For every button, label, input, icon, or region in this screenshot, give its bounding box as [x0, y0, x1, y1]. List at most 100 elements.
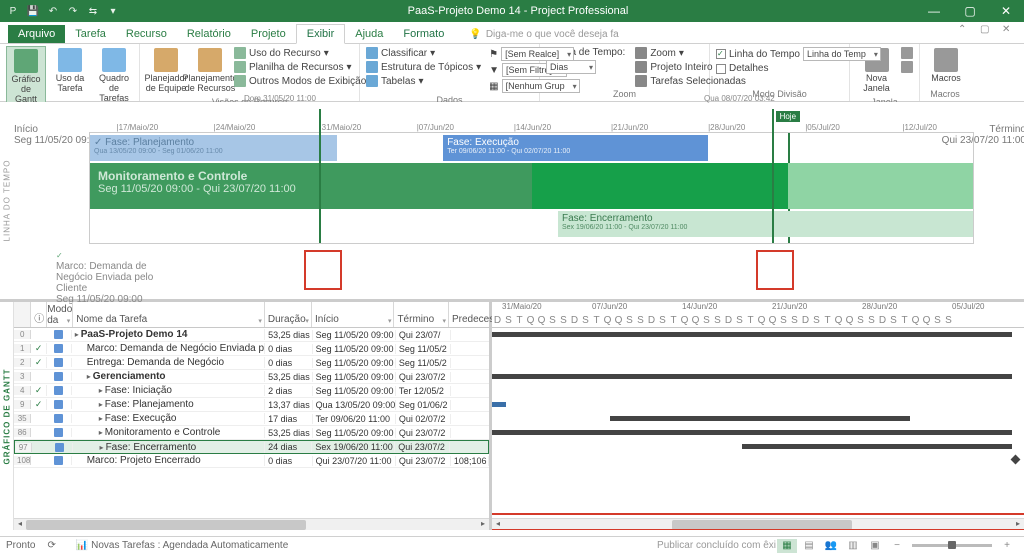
- status-ready: Pronto: [6, 540, 35, 551]
- macros-button[interactable]: Macros: [926, 46, 966, 86]
- timeline-side-label: LINHA DO TEMPO: [0, 102, 14, 299]
- col-end[interactable]: Término▾: [394, 302, 449, 327]
- zoom-in-icon[interactable]: +: [997, 539, 1017, 553]
- view-team-icon[interactable]: 👥: [821, 539, 841, 553]
- summary-bar[interactable]: [492, 374, 1012, 379]
- view-sheet-icon[interactable]: ▥: [843, 539, 863, 553]
- timeline-body: |17/Maio/20 |24/Maio/20 |31/Maio/20 |07/…: [89, 132, 974, 244]
- tab-projeto[interactable]: Projeto: [241, 25, 296, 43]
- bar-mc-seg2[interactable]: [532, 163, 788, 209]
- link-icon[interactable]: ⇆: [86, 4, 100, 18]
- tab-ajuda[interactable]: Ajuda: [345, 25, 393, 43]
- task-usage-button[interactable]: Uso da Tarefa: [50, 46, 90, 96]
- timeline-checkbox[interactable]: Linha do Tempo Linha do Temp: [716, 46, 881, 62]
- tab-relatorio[interactable]: Relatório: [177, 25, 241, 43]
- summary-bar[interactable]: [492, 332, 1012, 337]
- bar-encerramento[interactable]: Fase: EncerramentoSex 19/06/20 11:00 - Q…: [558, 211, 973, 237]
- maximize-button[interactable]: ▢: [952, 0, 988, 22]
- table-row[interactable]: 4✓▸Fase: Iniciação2 diasSeg 11/05/20 09:…: [14, 384, 489, 398]
- tab-tarefa[interactable]: Tarefa: [65, 25, 116, 43]
- milestone-diamond[interactable]: [1011, 455, 1021, 465]
- milestone-marker: Marco: Demanda deNegócio Enviada peloCli…: [56, 252, 153, 305]
- gantt-side-label: GRÁFICO DE GANTT: [0, 302, 14, 530]
- table-row[interactable]: 2✓Entrega: Demanda de Negócio0 diasSeg 1…: [14, 356, 489, 370]
- gantt-chart-button[interactable]: Gráfico de Gantt: [6, 46, 46, 108]
- task-grid[interactable]: ⓘ Modo da▾ Nome da Tarefa▾ Duração▾ Iníc…: [14, 302, 492, 530]
- zoom-start-date: Dom 31/05/20 11:00: [244, 94, 316, 103]
- resource-plan-icon: [198, 48, 222, 72]
- tables-icon: [366, 75, 378, 87]
- bar-planejamento[interactable]: ✓ Fase: PlanejamentoQua 13/05/20 09:00 -…: [90, 135, 337, 161]
- tab-recurso[interactable]: Recurso: [116, 25, 177, 43]
- new-tasks-mode[interactable]: 📊 Novas Tarefas : Agendada Automaticamen…: [76, 540, 288, 551]
- sync-icon[interactable]: ⟳: [47, 540, 55, 551]
- col-predecessors[interactable]: Predecessoras: [449, 302, 489, 327]
- tell-me-search[interactable]: 💡Diga-me o que você deseja fa: [469, 29, 618, 43]
- bar-monitoramento[interactable]: Monitoramento e ControleSeg 11/05/20 09:…: [90, 163, 532, 209]
- team-planner-button[interactable]: Planejador de Equipe: [146, 46, 186, 96]
- bar-execucao[interactable]: Fase: ExecuçãoTer 09/06/20 11:00 - Qui 0…: [443, 135, 708, 161]
- hide-icon[interactable]: [901, 61, 913, 73]
- close-pane-icon[interactable]: ✕: [1002, 24, 1018, 40]
- resource-sheet-button[interactable]: Planilha de Recursos ▾: [234, 60, 374, 74]
- tab-formato[interactable]: Formato: [393, 25, 454, 43]
- gantt-header: 31/Maio/20 07/Jun/20 14/Jun/20 21/Jun/20…: [492, 302, 1024, 328]
- redo-icon[interactable]: ↷: [66, 4, 80, 18]
- other-views-button[interactable]: Outros Modos de Exibição ▾: [234, 74, 374, 88]
- table-row[interactable]: 1✓Marco: Demanda de Negócio Enviada pelo…: [14, 342, 489, 356]
- zoom-end-date: Qua 08/07/20 03:42: [704, 94, 775, 103]
- zoom-icon: [635, 47, 647, 59]
- grid-hscroll[interactable]: ◂▸: [14, 518, 489, 530]
- table-row[interactable]: 9✓▸Fase: Planejamento13,37 diasQua 13/05…: [14, 398, 489, 412]
- table-row[interactable]: 97▸Fase: Encerramento24 diasSex 19/06/20…: [14, 440, 489, 454]
- close-button[interactable]: ✕: [988, 0, 1024, 22]
- view-gantt-icon[interactable]: ▦: [777, 539, 797, 553]
- timeline-start: InícioSeg 11/05/20 09:00: [14, 124, 101, 146]
- sort-button[interactable]: Classificar ▾: [366, 46, 481, 60]
- col-mode[interactable]: Modo da▾: [47, 302, 73, 327]
- zoom-handle-left-line[interactable]: [319, 109, 321, 243]
- save-icon[interactable]: 💾: [26, 4, 40, 18]
- tables-button[interactable]: Tabelas ▾: [366, 74, 481, 88]
- col-name[interactable]: Nome da Tarefa▾: [73, 302, 265, 327]
- resource-planning-button[interactable]: Planejamento de Recursos: [190, 46, 230, 96]
- summary-bar[interactable]: [492, 430, 1012, 435]
- table-row[interactable]: 86▸Monitoramento e Controle53,25 diasSeg…: [14, 426, 489, 440]
- task-bar[interactable]: [492, 402, 506, 407]
- view-usage-icon[interactable]: ▤: [799, 539, 819, 553]
- gantt-chart[interactable]: 31/Maio/20 07/Jun/20 14/Jun/20 21/Jun/20…: [492, 302, 1024, 530]
- tab-arquivo[interactable]: Arquivo: [8, 25, 65, 43]
- table-row[interactable]: 3▸Gerenciamento53,25 diasSeg 11/05/20 09…: [14, 370, 489, 384]
- timeline-canvas[interactable]: Dom 31/05/20 11:00 Qua 08/07/20 03:42 In…: [14, 102, 1024, 299]
- bar-mc-seg3[interactable]: [788, 163, 973, 209]
- summary-bar[interactable]: [610, 416, 910, 421]
- table-row[interactable]: 108Marco: Projeto Encerrado0 diasQui 23/…: [14, 454, 489, 468]
- ribbon-collapse-icon[interactable]: ⌃: [958, 24, 974, 40]
- col-duration[interactable]: Duração▾: [265, 302, 312, 327]
- zoom-slider[interactable]: [912, 544, 992, 547]
- outline-button[interactable]: Estrutura de Tópicos ▾: [366, 60, 481, 74]
- timescale-dropdown[interactable]: Dias: [546, 59, 625, 75]
- undo-icon[interactable]: ↶: [46, 4, 60, 18]
- resource-usage-button[interactable]: Uso do Recurso ▾: [234, 46, 374, 60]
- window-title: PaaS-Projeto Demo 14 - Project Professio…: [120, 5, 916, 17]
- group-dropdown[interactable]: ▦ [Nenhum Grup: [489, 78, 579, 94]
- summary-bar[interactable]: [742, 444, 1012, 449]
- table-row[interactable]: 0▸PaaS-Projeto Demo 1453,25 diasSeg 11/0…: [14, 328, 489, 342]
- col-indicator[interactable]: ⓘ: [31, 302, 47, 327]
- col-rownum[interactable]: [14, 302, 31, 327]
- help-window-icon[interactable]: ▢: [980, 24, 996, 40]
- col-start[interactable]: Início▾: [312, 302, 395, 327]
- arrange-icon[interactable]: [901, 47, 913, 59]
- zoom-handle-right-line[interactable]: [772, 109, 774, 243]
- task-board-button[interactable]: Quadro de Tarefas: [94, 46, 134, 106]
- view-report-icon[interactable]: ▣: [865, 539, 885, 553]
- group-label: Macros: [926, 88, 964, 99]
- other-views-icon: [234, 75, 246, 87]
- zoom-out-icon[interactable]: −: [887, 539, 907, 553]
- gantt-area: GRÁFICO DE GANTT ⓘ Modo da▾ Nome da Tare…: [0, 302, 1024, 530]
- minimize-button[interactable]: —: [916, 0, 952, 22]
- tab-exibir[interactable]: Exibir: [296, 24, 346, 44]
- table-row[interactable]: 35▸Fase: Execução17 diasTer 09/06/20 11:…: [14, 412, 489, 426]
- qat-more-icon[interactable]: ▾: [106, 4, 120, 18]
